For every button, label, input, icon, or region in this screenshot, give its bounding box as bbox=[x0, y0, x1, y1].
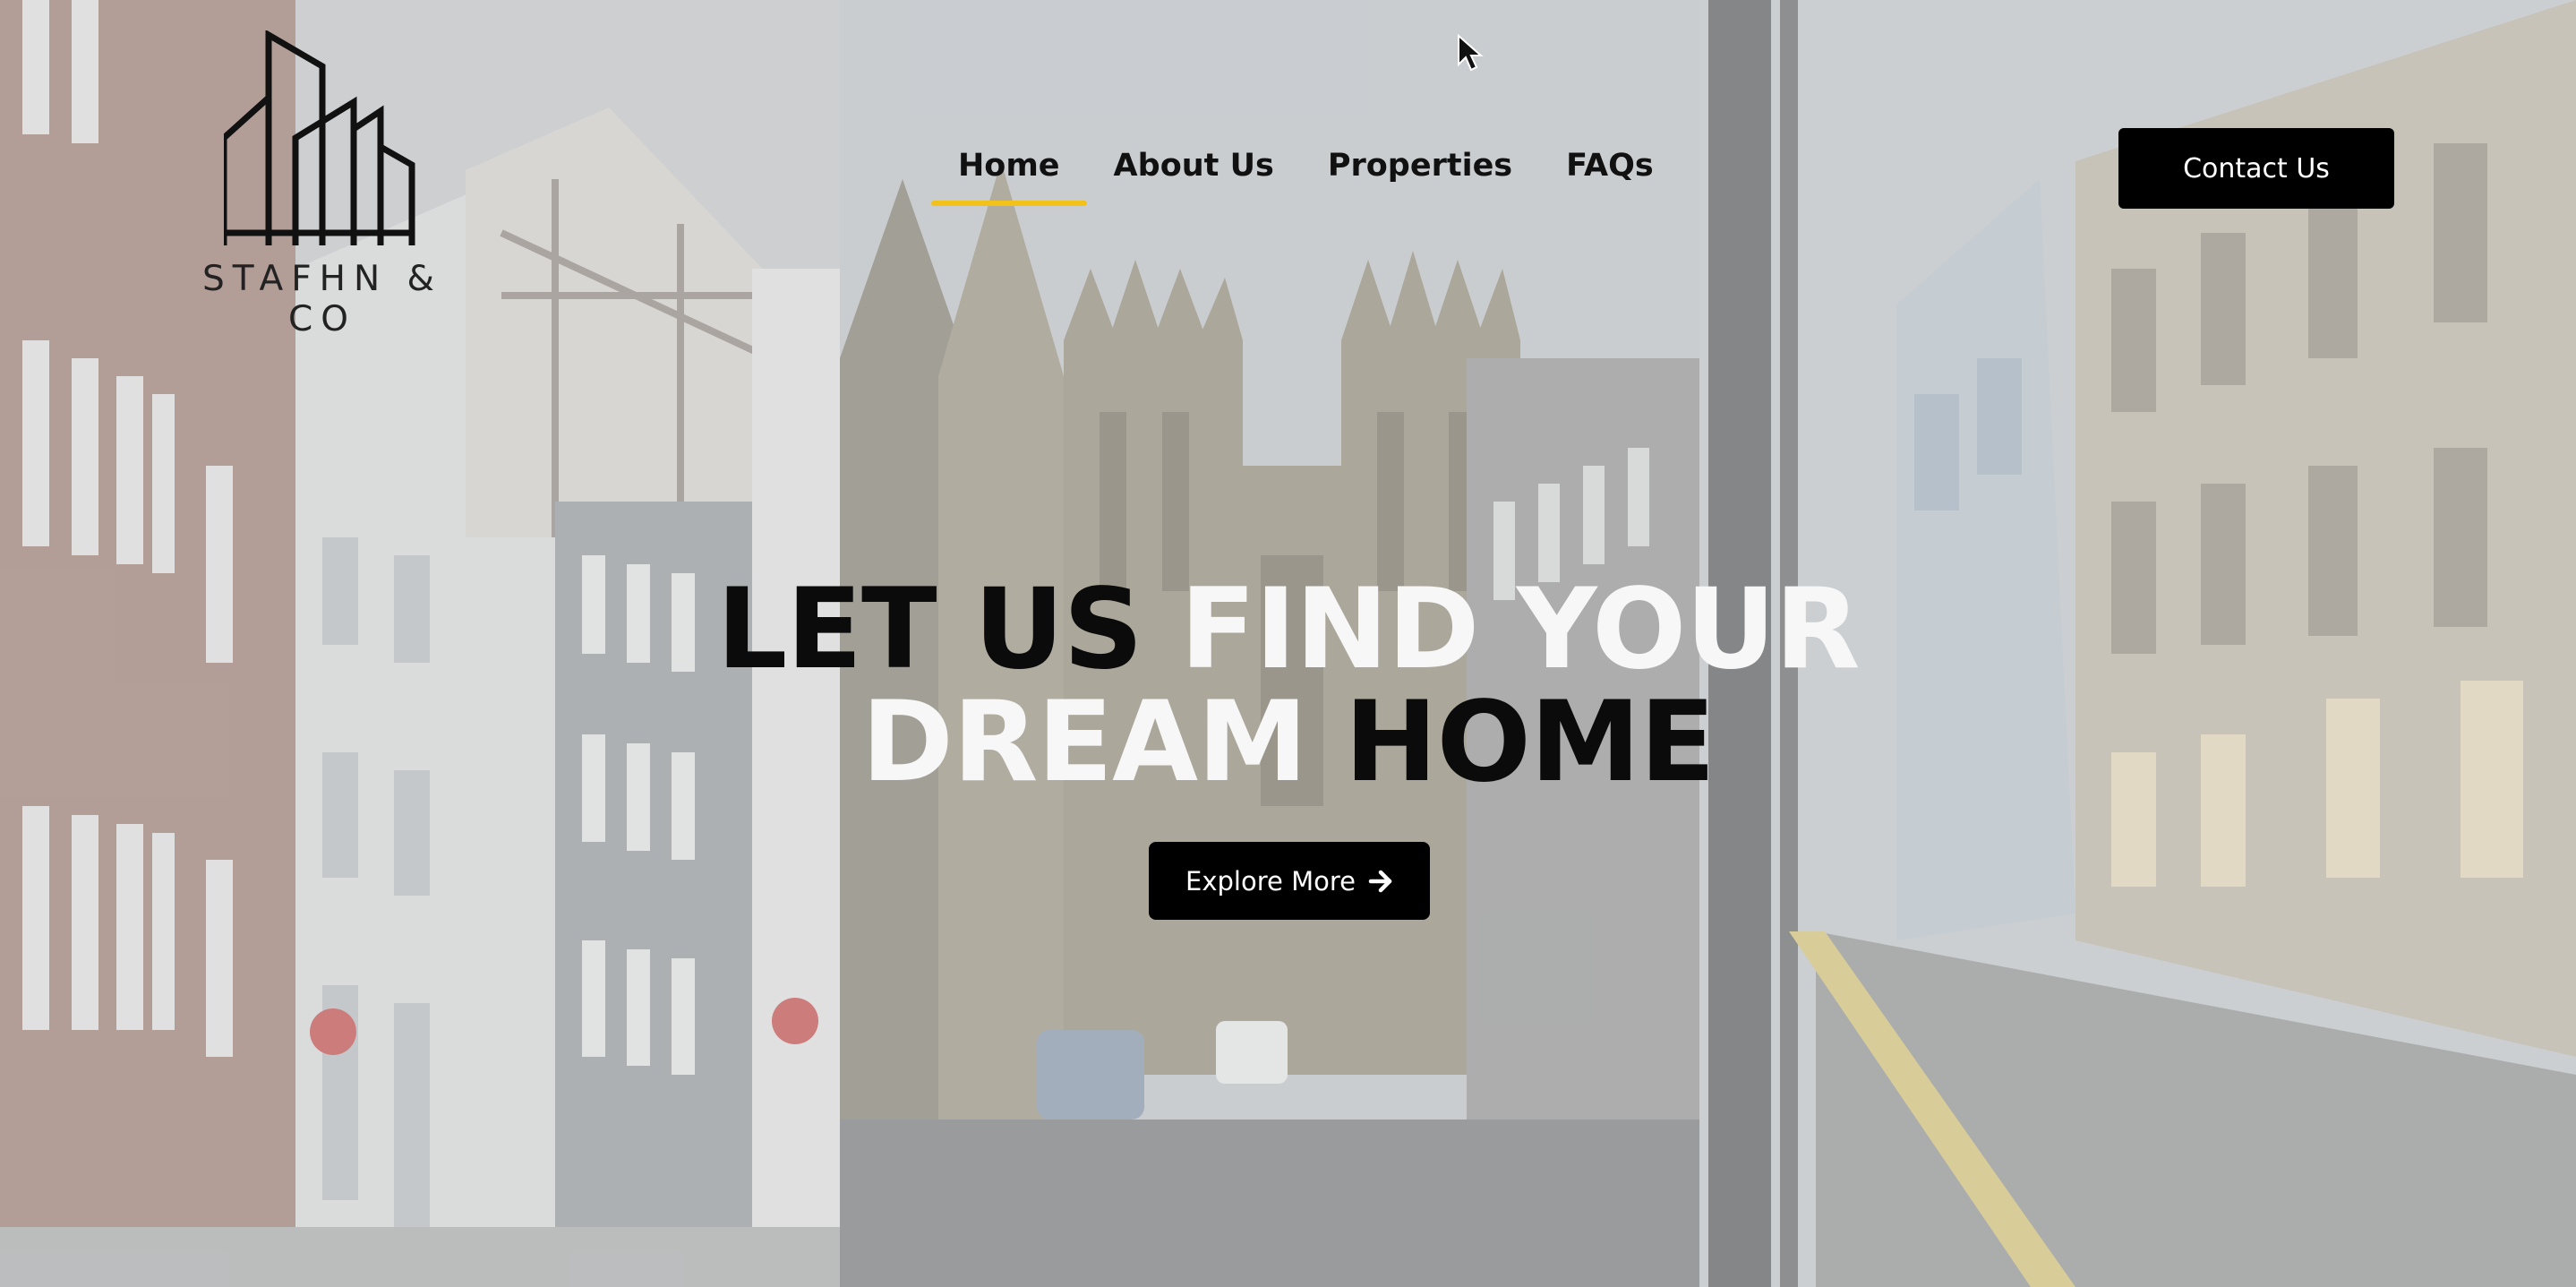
hero-text-dream: DREAM bbox=[861, 678, 1307, 807]
nav-item-home[interactable]: Home bbox=[931, 143, 1087, 206]
buildings-logo-icon bbox=[224, 30, 415, 245]
nav-item-faqs[interactable]: FAQs bbox=[1539, 143, 1681, 188]
contact-us-button[interactable]: Contact Us bbox=[2118, 128, 2394, 209]
brand-name: STAFHN & CO bbox=[202, 259, 442, 339]
explore-more-label: Explore More bbox=[1185, 865, 1356, 897]
hero-line-1: LET US FIND YOUR bbox=[716, 565, 1861, 694]
arrow-right-icon bbox=[1368, 870, 1392, 892]
mouse-cursor-icon bbox=[1458, 34, 1484, 72]
hero-text-find-your: FIND YOUR bbox=[1179, 565, 1861, 694]
nav-item-properties[interactable]: Properties bbox=[1301, 143, 1539, 188]
explore-more-button[interactable]: Explore More bbox=[1149, 842, 1430, 920]
hero-headline: LET US FIND YOUR DREAM HOME bbox=[0, 573, 2576, 799]
nav-item-about-us[interactable]: About Us bbox=[1087, 143, 1301, 188]
hero-text-home: HOME bbox=[1344, 678, 1716, 807]
hero-text-let-us: LET US bbox=[716, 565, 1143, 694]
brand-logo[interactable]: STAFHN & CO bbox=[170, 30, 475, 339]
main-navigation: Home About Us Properties FAQs bbox=[931, 143, 1681, 206]
hero-line-2: DREAM HOME bbox=[861, 678, 1716, 807]
